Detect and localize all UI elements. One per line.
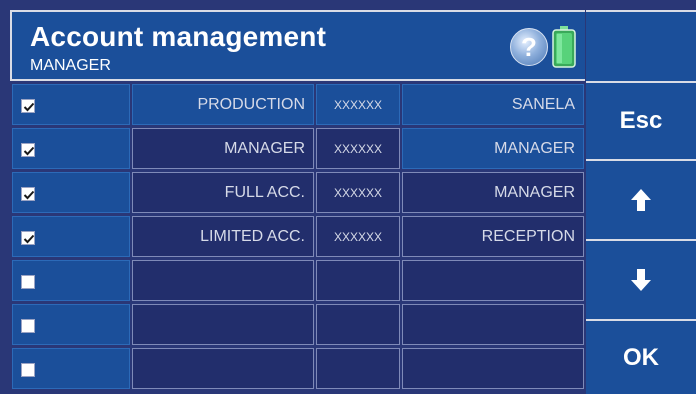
row-select-cell[interactable] [12,128,130,169]
table-row[interactable]: LIMITED ACC. XXXXXX RECEPTION [10,216,585,257]
checkbox-unchecked[interactable] [21,274,35,289]
page-title: Account management [30,21,327,52]
check-mark-icon [23,234,35,243]
row-select-cell[interactable] [12,172,130,213]
account-name-cell[interactable]: FULL ACC. [132,172,314,213]
table-row[interactable]: FULL ACC. XXXXXX MANAGER [10,172,585,213]
row-select-cell[interactable] [12,216,130,257]
role-cell[interactable]: RECEPTION [402,216,584,257]
row-select-cell[interactable] [12,304,130,345]
help-label: ? [521,31,537,62]
arrow-up-icon [631,189,651,211]
table-row[interactable] [10,348,585,389]
table-row[interactable]: MANAGER XXXXXX MANAGER [10,128,585,169]
header-bar: Account management MANAGER ? [10,10,585,81]
role-cell[interactable]: MANAGER [402,128,584,169]
table-row[interactable] [10,304,585,345]
account-name-cell[interactable]: LIMITED ACC. [132,216,314,257]
check-mark-icon [23,146,35,155]
current-user-label: MANAGER [30,57,111,74]
scroll-down-button[interactable] [586,239,696,319]
account-name-cell[interactable]: PRODUCTION [132,84,314,125]
account-name-cell[interactable] [132,304,314,345]
password-cell[interactable]: XXXXXX [316,172,400,213]
battery-icon [552,26,576,68]
check-mark-icon [23,190,35,199]
ok-label: OK [623,343,659,371]
ok-button[interactable]: OK [586,319,696,394]
help-icon[interactable]: ? [510,28,548,66]
checkbox-checked[interactable] [21,186,35,201]
scroll-up-button[interactable] [586,159,696,239]
password-cell[interactable]: XXXXXX [316,84,400,125]
screen: Account management MANAGER ? PRODUCTION X… [0,0,696,394]
checkbox-unchecked[interactable] [21,318,35,333]
role-cell[interactable] [402,260,584,301]
arrow-down-icon [631,269,651,291]
account-name-cell[interactable] [132,348,314,389]
account-name-cell[interactable]: MANAGER [132,128,314,169]
account-name-cell[interactable] [132,260,314,301]
password-cell[interactable] [316,348,400,389]
table-row[interactable]: PRODUCTION XXXXXX SANELA [10,84,585,125]
accounts-table: PRODUCTION XXXXXX SANELA MANAGER XXXXXX MANAG… [10,82,585,389]
checkbox-checked[interactable] [21,142,35,157]
password-cell[interactable]: XXXXXX [316,128,400,169]
esc-button[interactable]: Esc [586,81,696,159]
row-select-cell[interactable] [12,348,130,389]
check-mark-icon [23,102,35,111]
role-cell[interactable]: MANAGER [402,172,584,213]
row-select-cell[interactable] [12,260,130,301]
password-cell[interactable] [316,260,400,301]
password-cell[interactable]: XXXXXX [316,216,400,257]
blank-button [586,10,696,81]
role-cell[interactable] [402,304,584,345]
side-panel: Esc OK [586,10,696,394]
role-cell[interactable] [402,348,584,389]
password-cell[interactable] [316,304,400,345]
esc-label: Esc [619,107,663,134]
checkbox-checked[interactable] [21,230,35,245]
checkbox-unchecked[interactable] [21,362,35,377]
table-row[interactable] [10,260,585,301]
role-cell[interactable]: SANELA [402,84,584,125]
row-select-cell[interactable] [12,84,130,125]
checkbox-checked[interactable] [21,98,35,113]
